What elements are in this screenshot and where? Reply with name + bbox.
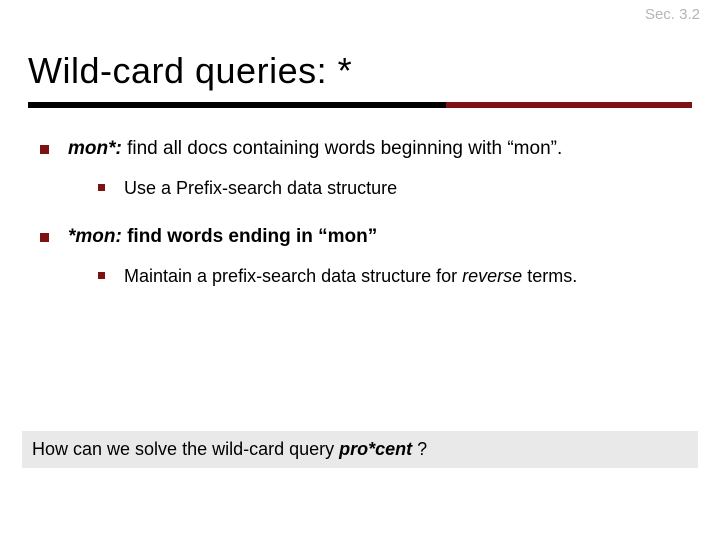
question-strong: pro*cent xyxy=(339,439,412,459)
question-bar: How can we solve the wild-card query pro… xyxy=(22,431,698,468)
bullet-text: . xyxy=(557,138,562,159)
sub-bullet-item: Use a Prefix-search data structure xyxy=(68,176,680,200)
bullet-item: *mon: find words ending in “mon” Maintai… xyxy=(40,224,680,288)
slide-body: mon*: find all docs containing words beg… xyxy=(0,108,720,288)
bullet-text: find words ending in xyxy=(122,226,318,247)
question-text: How can we solve the wild-card query xyxy=(32,439,339,459)
sub-bullet-text: Use a Prefix-search data structure xyxy=(124,178,397,198)
bullet-quote: “mon” xyxy=(318,226,377,247)
title-rule xyxy=(28,102,692,108)
bullet-text: find all docs containing words beginning… xyxy=(122,138,508,159)
sub-bullet-text: Maintain a prefix-search data structure … xyxy=(124,266,462,286)
question-text: ? xyxy=(412,439,427,459)
bullet-lead: mon*: xyxy=(68,138,122,159)
slide-title: Wild-card queries: * xyxy=(28,50,692,92)
sub-bullet-em: reverse xyxy=(462,266,522,286)
bullet-item: mon*: find all docs containing words beg… xyxy=(40,136,680,200)
section-label: Sec. 3.2 xyxy=(645,6,700,23)
sub-bullet-item: Maintain a prefix-search data structure … xyxy=(68,264,680,288)
bullet-quote: “mon” xyxy=(507,138,557,159)
bullet-lead: *mon: xyxy=(68,226,122,247)
sub-bullet-text: terms. xyxy=(522,266,577,286)
title-area: Wild-card queries: * xyxy=(0,0,720,108)
